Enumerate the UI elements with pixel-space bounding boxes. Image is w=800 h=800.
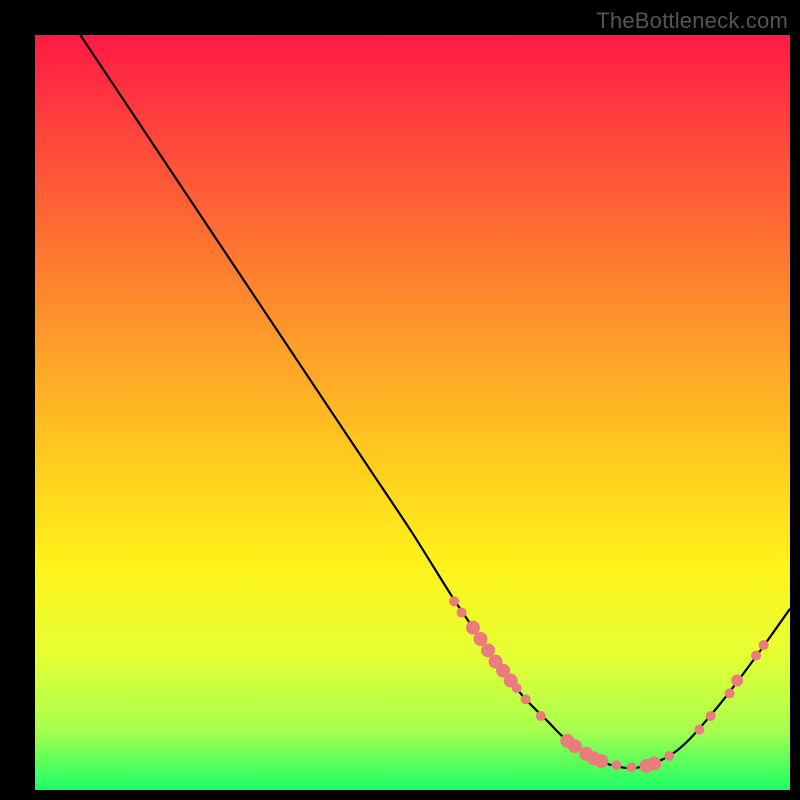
curve-marker <box>521 694 531 704</box>
chart-container: TheBottleneck.com <box>0 0 800 800</box>
curve-marker <box>751 651 761 661</box>
curve-marker <box>626 762 636 772</box>
plot-background <box>35 35 790 790</box>
curve-marker <box>594 754 608 768</box>
curve-marker <box>449 596 459 606</box>
curve-marker <box>457 608 467 618</box>
curve-marker <box>731 675 743 687</box>
curve-marker <box>647 757 661 771</box>
curve-marker <box>611 760 621 770</box>
curve-marker <box>694 725 704 735</box>
bottleneck-chart <box>0 0 800 800</box>
curve-marker <box>664 751 674 761</box>
curve-marker <box>536 711 546 721</box>
curve-marker <box>512 683 522 693</box>
curve-marker <box>759 640 769 650</box>
curve-marker <box>725 688 735 698</box>
watermark-text: TheBottleneck.com <box>596 8 788 34</box>
curve-marker <box>706 711 716 721</box>
